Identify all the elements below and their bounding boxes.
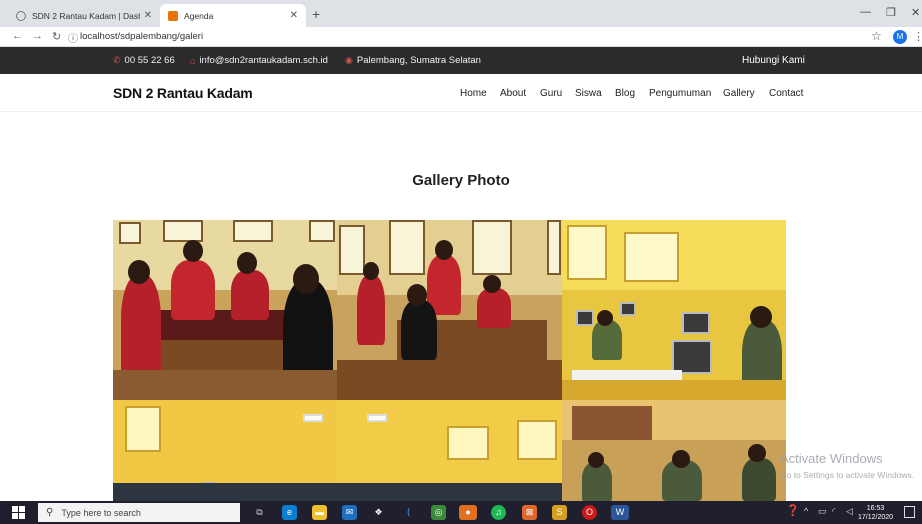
task-view-icon[interactable]: ⧉ (252, 505, 267, 520)
tab-agenda[interactable]: Agenda ✕ (160, 4, 306, 27)
profile-avatar[interactable]: M (893, 30, 907, 44)
location-info: ◉ Palembang, Sumatra Selatan (345, 55, 481, 66)
close-window-icon[interactable]: ✕ (911, 6, 920, 19)
search-placeholder: Type here to search (61, 507, 141, 518)
location-text: Palembang, Sumatra Selatan (356, 55, 481, 66)
close-tab-icon[interactable]: ✕ (144, 10, 152, 21)
clock-time: 16:53 (866, 505, 885, 512)
activate-subtitle: Go to Settings to activate Windows. (780, 470, 915, 480)
word-icon[interactable]: W (611, 505, 629, 520)
taskbar-search-input[interactable]: ⚲ Type here to search (38, 503, 240, 522)
nav-guru[interactable]: Guru (540, 88, 562, 99)
globe-icon (16, 10, 26, 21)
tab-title: Agenda (184, 10, 214, 21)
phone-text: 00 55 22 66 (124, 55, 175, 66)
notification-icon[interactable] (904, 506, 915, 518)
forward-icon[interactable]: → (32, 30, 43, 42)
site-header: SDN 2 Rantau Kadam Home About Guru Siswa… (0, 74, 922, 112)
opera-icon[interactable]: O (582, 505, 597, 520)
windows-taskbar: ⚲ Type here to search ⧉ e ▬ ✉ ❖ ⟨ ◎ ● ♫ … (0, 501, 922, 524)
maximize-icon[interactable]: ❐ (886, 6, 896, 19)
gallery-photo[interactable] (562, 220, 786, 400)
gallery-photo[interactable] (113, 220, 337, 400)
clock-date: 17/12/2020 (858, 514, 894, 521)
help-icon[interactable]: ❓ (786, 504, 800, 517)
nav-pengumuman[interactable]: Pengumuman (649, 88, 711, 99)
email-info: ⌂ info@sdn2rantaukadam.sch.id (190, 55, 328, 66)
activate-windows-watermark: Activate Windows Go to Settings to activ… (780, 451, 914, 480)
xampp-icon[interactable]: ⊠ (522, 505, 537, 520)
dropbox-icon[interactable]: ❖ (371, 505, 386, 520)
new-tab-icon[interactable]: + (312, 6, 320, 22)
chrome-icon[interactable]: ● (459, 505, 477, 520)
contact-us-link[interactable]: Hubungi Kami (742, 55, 805, 66)
phone-icon: ✆ (113, 55, 121, 65)
address-bar: ← → ↻ ⓘ localhost/sdpalembang/galeri ☆ M… (0, 27, 922, 47)
site-topbar: ✆ 00 55 22 66 ⌂ info@sdn2rantaukadam.sch… (0, 47, 922, 74)
wifi-icon[interactable]: ◜ (832, 506, 836, 517)
battery-icon[interactable]: ▭ (818, 506, 827, 517)
mail-icon[interactable]: ✉ (342, 505, 357, 520)
volume-icon[interactable]: ◁ (846, 506, 853, 517)
info-icon[interactable]: ⓘ (68, 30, 78, 45)
home-icon: ⌂ (190, 55, 196, 66)
activate-title: Activate Windows (780, 451, 883, 466)
gallery-title: Gallery Photo (412, 172, 510, 189)
nav-blog[interactable]: Blog (615, 88, 635, 99)
tab-title: SDN 2 Rantau Kadam | Dashboa (32, 10, 140, 21)
gallery-photo[interactable] (113, 400, 337, 501)
close-tab-icon[interactable]: ✕ (290, 10, 298, 21)
back-icon[interactable]: ← (12, 30, 23, 42)
tray-chevron-icon[interactable]: ^ (804, 506, 808, 516)
nav-about[interactable]: About (500, 88, 526, 99)
nav-contact[interactable]: Contact (769, 88, 803, 99)
gallery-photo[interactable] (562, 400, 786, 501)
app-icon[interactable]: ◎ (431, 505, 446, 520)
gallery-photo[interactable] (337, 220, 562, 400)
nav-gallery[interactable]: Gallery (723, 88, 755, 99)
taskbar-clock[interactable]: 16:53 17/12/2020 (858, 504, 893, 522)
tab-dashboard[interactable]: SDN 2 Rantau Kadam | Dashboa ✕ (8, 4, 160, 27)
location-pin-icon: ◉ (345, 55, 353, 65)
site-logo[interactable]: SDN 2 Rantau Kadam (113, 85, 253, 101)
phone-info: ✆ 00 55 22 66 (113, 55, 175, 66)
email-text: info@sdn2rantaukadam.sch.id (199, 55, 328, 66)
photo-gallery (113, 220, 786, 501)
sublime-icon[interactable]: S (552, 505, 567, 520)
url-field[interactable]: localhost/sdpalembang/galeri (80, 31, 203, 42)
menu-kebab-icon[interactable]: ⋮ (913, 30, 922, 43)
windows-start-icon[interactable] (12, 506, 26, 519)
bookmark-star-icon[interactable]: ☆ (871, 29, 882, 43)
file-explorer-icon[interactable]: ▬ (312, 505, 327, 520)
reload-icon[interactable]: ↻ (52, 30, 61, 43)
favicon-icon (168, 10, 178, 21)
spotify-icon[interactable]: ♫ (491, 505, 506, 520)
nav-home[interactable]: Home (460, 88, 487, 99)
nav-siswa[interactable]: Siswa (575, 88, 602, 99)
search-icon: ⚲ (46, 507, 54, 518)
vscode-icon[interactable]: ⟨ (401, 505, 416, 520)
edge-icon[interactable]: e (282, 505, 297, 520)
minimize-icon[interactable]: — (860, 6, 871, 18)
browser-tab-bar: SDN 2 Rantau Kadam | Dashboa ✕ Agenda ✕ … (0, 0, 922, 27)
gallery-photo[interactable] (337, 400, 562, 501)
